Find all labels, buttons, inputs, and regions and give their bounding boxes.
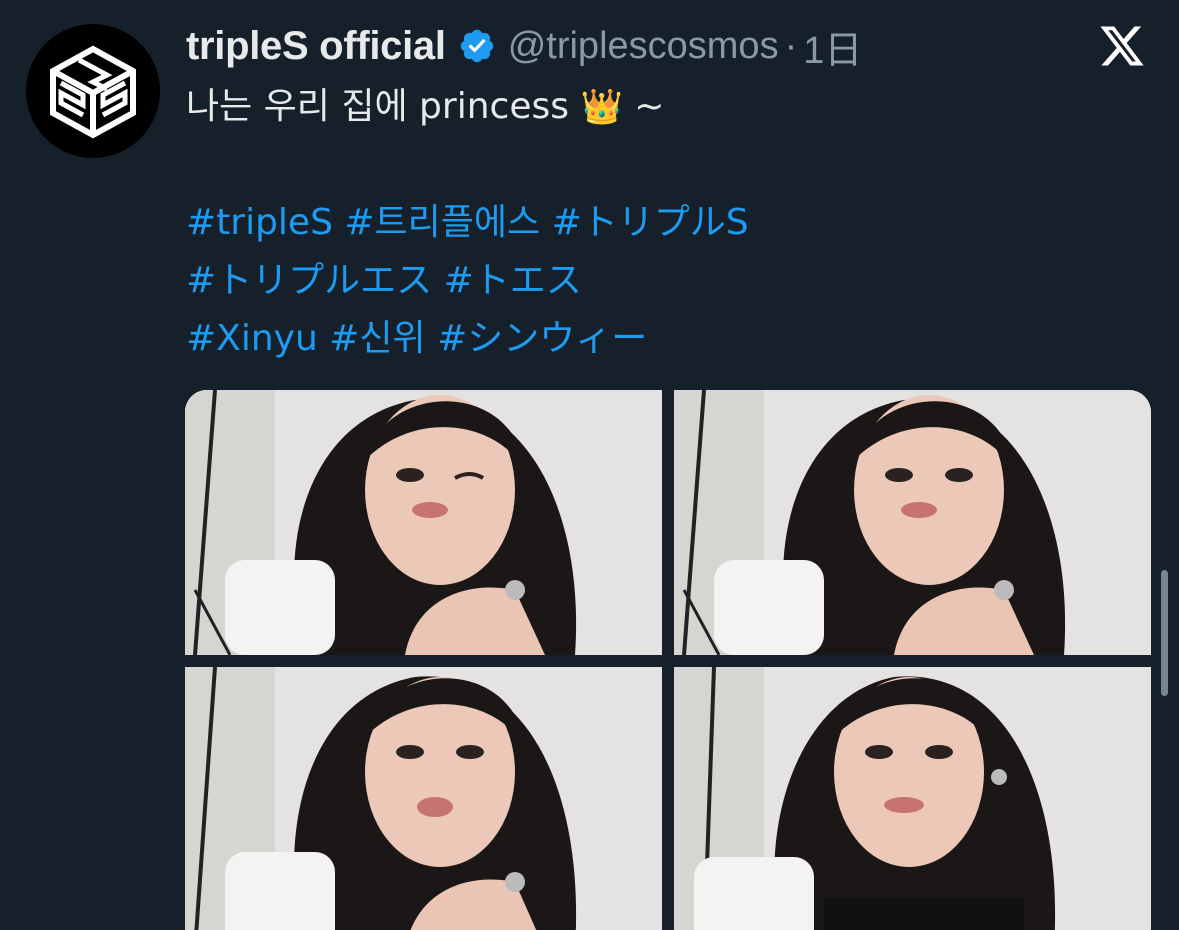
- tweet-header: tripleS official @triplescosmos · 1日: [186, 18, 862, 74]
- portrait-photo-icon: [674, 390, 1151, 655]
- scrollbar[interactable]: [1161, 570, 1168, 696]
- hashtag-link[interactable]: #シンウィー: [437, 318, 647, 359]
- verified-badge-icon: [460, 29, 493, 63]
- display-name[interactable]: tripleS official: [186, 24, 446, 69]
- avatar[interactable]: [26, 24, 160, 158]
- photo-2[interactable]: [674, 390, 1151, 655]
- portrait-photo-icon: [185, 667, 662, 930]
- hashtag-link[interactable]: #トリプルS: [552, 202, 749, 243]
- portrait-photo-icon: [674, 667, 1151, 930]
- tweet-body: 나는 우리 집에 princess: [186, 86, 569, 127]
- tweet-text: 나는 우리 집에 princess 👑 ~ #tripleS #트리플에스 #ト…: [186, 78, 1146, 368]
- hashtag-link[interactable]: #トエス: [444, 260, 582, 301]
- hashtag-link[interactable]: #tripleS: [186, 202, 333, 243]
- x-logo-icon[interactable]: [1097, 22, 1147, 70]
- tweet-suffix: ~: [622, 86, 665, 127]
- photo-3[interactable]: [185, 667, 662, 930]
- photo-1[interactable]: [185, 390, 662, 655]
- separator-dot: ·: [784, 24, 798, 67]
- hashtag-link[interactable]: #트리플에스: [344, 202, 540, 243]
- hashtag-line: #tripleS #트리플에스 #トリプルS: [186, 194, 1146, 252]
- handle[interactable]: @triplescosmos: [508, 25, 779, 68]
- hashtag-link[interactable]: #トリプルエス: [186, 260, 432, 301]
- hashtag-line: #トリプルエス #トエス: [186, 252, 1146, 310]
- photo-4[interactable]: [674, 667, 1151, 930]
- triples-logo-icon: [50, 45, 136, 139]
- timestamp[interactable]: 1日: [803, 19, 862, 74]
- portrait-photo-icon: [185, 390, 662, 655]
- crown-emoji-icon: 👑: [580, 87, 623, 127]
- hashtag-link[interactable]: #Xinyu: [186, 318, 318, 359]
- media-grid: [185, 390, 1151, 930]
- tweet-text-line: 나는 우리 집에 princess 👑 ~: [186, 78, 1146, 136]
- hashtag-line: #Xinyu #신위 #シンウィー: [186, 310, 1146, 368]
- hashtag-link[interactable]: #신위: [329, 318, 425, 359]
